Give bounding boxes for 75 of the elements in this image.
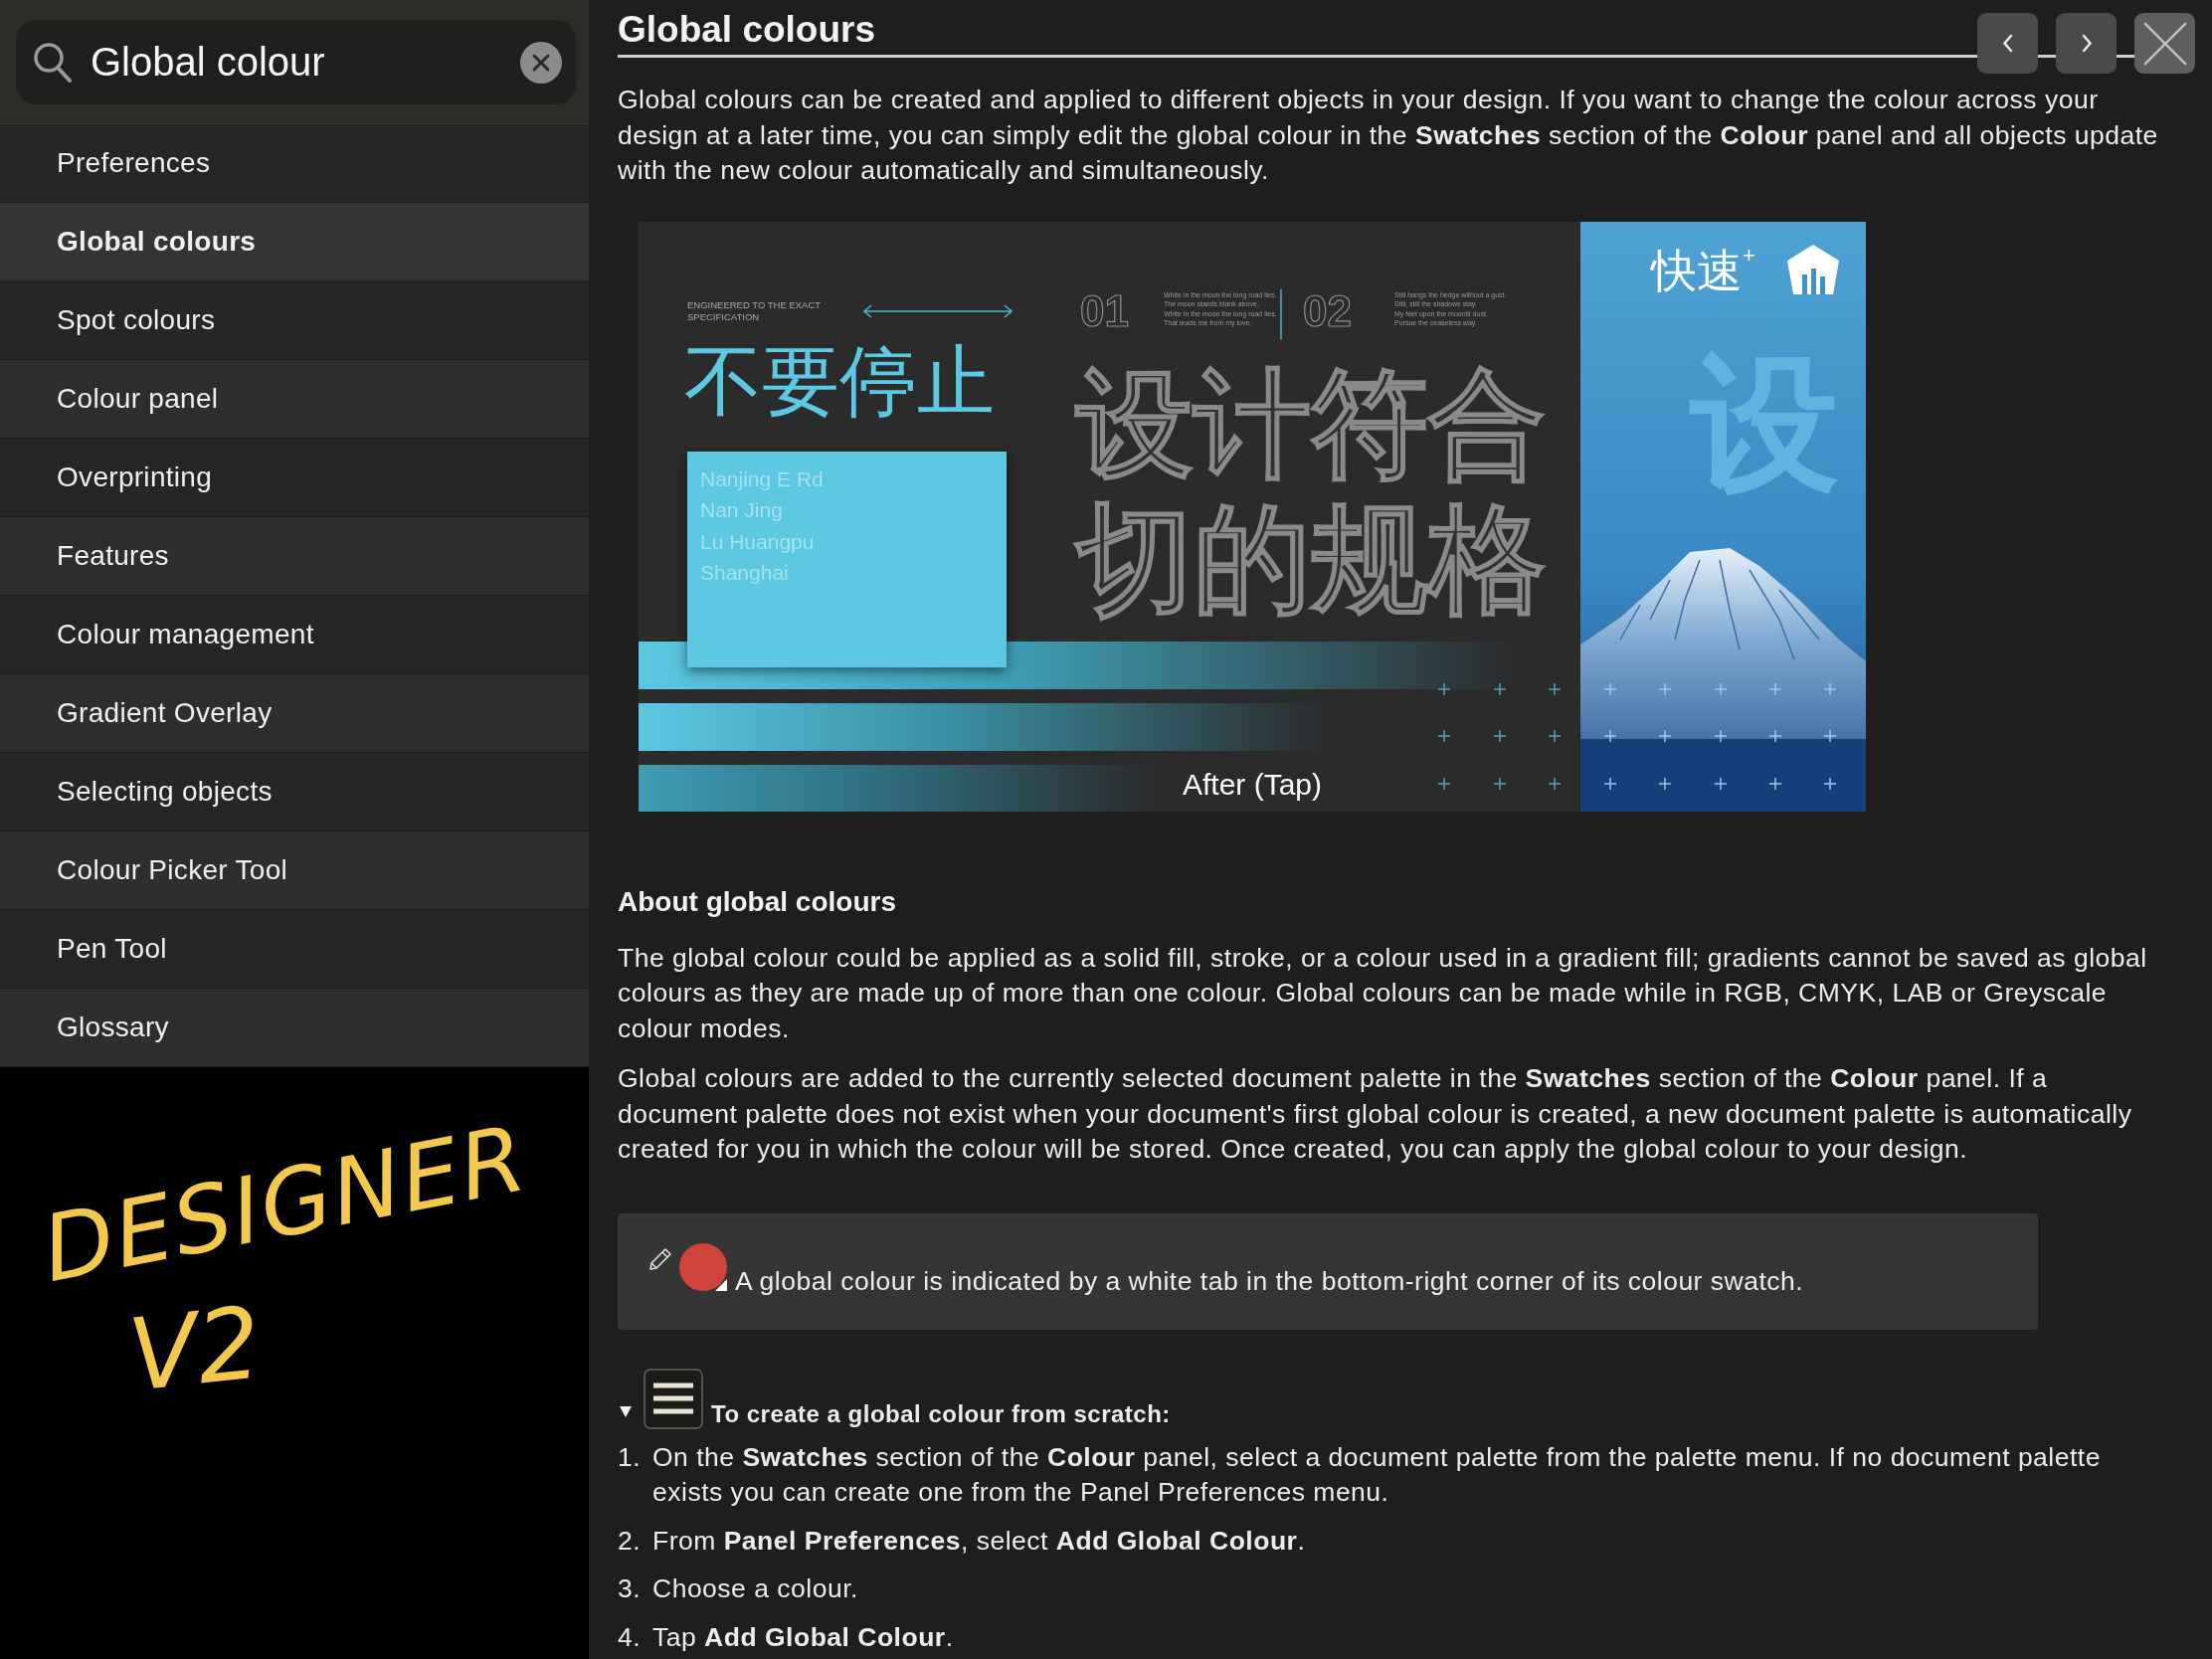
- sidebar-item[interactable]: Spot colours: [0, 281, 589, 360]
- step-number: 1.: [618, 1440, 643, 1474]
- plus-icon: [1548, 776, 1562, 791]
- plus-icon: [1823, 728, 1837, 743]
- artwork-tagline: ENGINEERED TO THE EXACT SPECIFICATION: [687, 298, 822, 323]
- sidebar-item[interactable]: Global colours: [0, 203, 589, 281]
- procedure-title: To create a global colour from scratch:: [711, 1398, 1171, 1429]
- address-line: Nanjing E Rd: [700, 465, 824, 492]
- plus-icon: [1603, 728, 1617, 743]
- search-icon: [33, 41, 73, 84]
- chevron-left-icon: [2001, 34, 2014, 53]
- sidebar-item[interactable]: Overprinting: [0, 439, 589, 517]
- body-paragraph: Global colours are added to the currently selected document palette in the Swatches section of the Colour panel. If a document palette does not exist when your document's first global colour is created, a new document palette is automatically created for you in which the colour will be stored. Once created, you can apply the global colour to your design.: [618, 1062, 2133, 1166]
- address-line: Shanghai: [700, 560, 789, 586]
- plus-icon: [1603, 776, 1617, 791]
- double-arrow-icon: [863, 303, 1013, 318]
- clear-button[interactable]: [520, 41, 562, 84]
- step-text: On the Swatches section of the Colour panel, select a document palette from the palette menu. If no document palette exists you can create one from the Panel Preferences menu.: [652, 1440, 2102, 1509]
- plus-icon: [1658, 776, 1672, 791]
- pentagon-bars-icon: [1787, 244, 1839, 294]
- plus-icon: [1437, 776, 1451, 791]
- address-line: Lu Huangpu: [700, 528, 815, 555]
- plus-icon: [1768, 681, 1782, 696]
- sidebar-item[interactable]: Features: [0, 517, 589, 596]
- outline-headline: 设计符合: [1076, 364, 1546, 482]
- sidebar-item[interactable]: Colour panel: [0, 360, 589, 439]
- address-line: Nan Jing: [700, 497, 783, 523]
- colour-swatch-icon: [679, 1242, 727, 1291]
- step-text: Tap Add Global Colour.: [652, 1620, 955, 1654]
- close-icon: [531, 52, 551, 73]
- plus-icon: [1714, 681, 1728, 696]
- plus-icon: [1548, 728, 1562, 743]
- plus-icon: [1493, 728, 1507, 743]
- plus-icon: [1768, 776, 1782, 791]
- plus-icon: [1823, 681, 1837, 696]
- close-icon: [2142, 21, 2187, 66]
- plus-icon: [1714, 776, 1728, 791]
- verse-number: 01: [1080, 288, 1129, 333]
- step-text: Choose a colour.: [652, 1572, 859, 1605]
- sidebar-item[interactable]: Gradient Overlay: [0, 674, 589, 753]
- plus-icon: [1437, 728, 1451, 743]
- chevron-right-icon: [2080, 34, 2093, 53]
- note-text: A global colour is indicated by a white tab in the bottom-right corner of its colour swatch.: [735, 1264, 1804, 1298]
- step-number: 2.: [618, 1524, 643, 1558]
- plus-icon: [1658, 728, 1672, 743]
- plus-icon: [1603, 681, 1617, 696]
- search-field[interactable]: Global colour: [16, 20, 576, 104]
- list-icon: [644, 1368, 703, 1429]
- sidebar-item[interactable]: Selecting objects: [0, 753, 589, 831]
- plus-icon: [1493, 776, 1507, 791]
- pencil-icon: [648, 1246, 672, 1271]
- artwork-headline: 不要停止: [684, 338, 995, 425]
- plus-icon: [1823, 776, 1837, 791]
- sidebar-item[interactable]: Colour Picker Tool: [0, 831, 589, 910]
- image-caption: After (Tap): [1182, 766, 1322, 803]
- sidebar-item[interactable]: Preferences: [0, 124, 589, 203]
- sidebar-item[interactable]: Colour management: [0, 596, 589, 674]
- plus-icon: [1714, 728, 1728, 743]
- sidebar-item[interactable]: Glossary: [0, 989, 589, 1067]
- plus-icon: [1493, 681, 1507, 696]
- verse-number: 02: [1303, 288, 1352, 333]
- badge-text: 快速$^{+}$: [1651, 245, 1755, 296]
- plus-icon: [1658, 681, 1672, 696]
- disclosure-triangle-icon[interactable]: [620, 1405, 632, 1417]
- sidebar-item[interactable]: Pen Tool: [0, 910, 589, 989]
- plus-icon: [1437, 681, 1451, 696]
- step-text: From Panel Preferences, select Add Global Colour.: [652, 1524, 1307, 1558]
- step-number: 4.: [618, 1620, 643, 1654]
- plus-icon: [1548, 681, 1562, 696]
- intro-paragraph: Global colours can be created and applied to different objects in your design. If you want to change the colour across your design at a later time, you can simply edit the global colour in the Swatches section of the Colour panel and all objects update with the new colour automatically and simultaneously.: [618, 84, 2159, 187]
- step-number: 3.: [618, 1572, 643, 1605]
- body-paragraph: The global colour could be applied as a solid fill, stroke, or a colour used in a gradient fill; gradients cannot be saved as global colours as they are made up of more than one colour. Global colours can be made while in RGB, CMYK, LAB or Greyscale colour modes.: [618, 941, 2148, 1045]
- plus-icon: [1768, 728, 1782, 743]
- close-button[interactable]: [2134, 13, 2195, 74]
- section-heading: About global colours: [618, 884, 897, 919]
